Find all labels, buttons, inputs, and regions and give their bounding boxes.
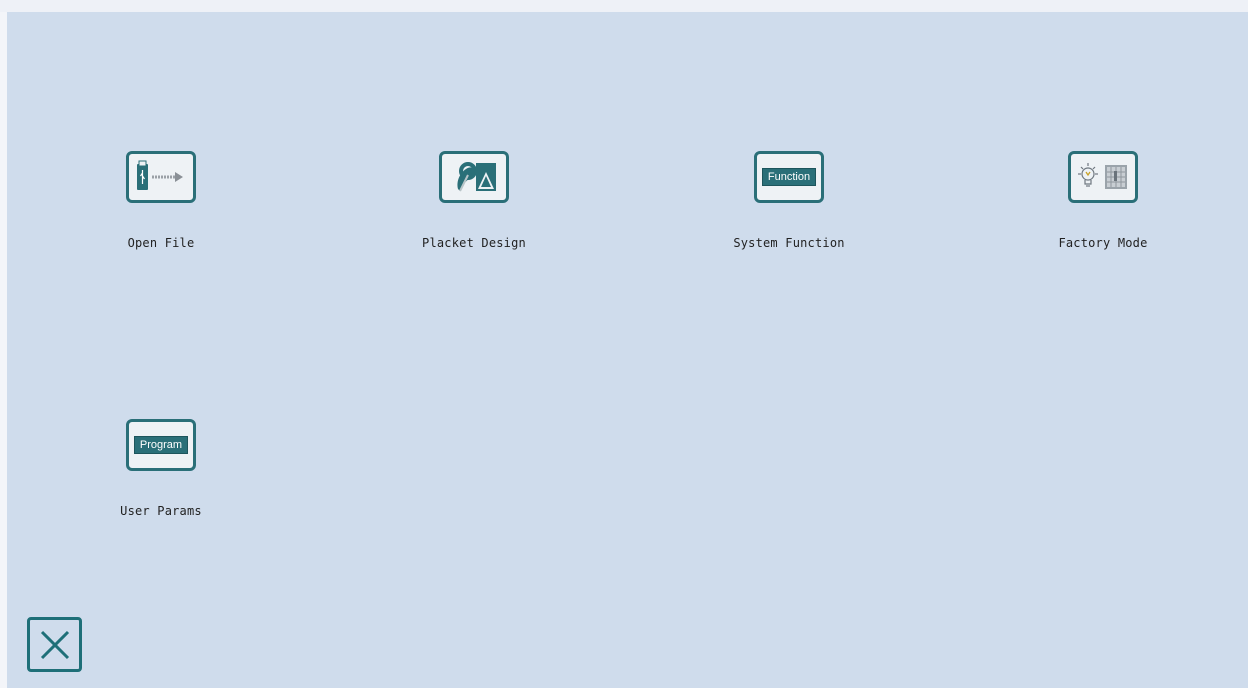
factory-mode-label: Factory Mode (1058, 236, 1148, 250)
function-badge: Function (761, 168, 817, 186)
usb-transfer-icon (126, 151, 196, 203)
close-button[interactable] (27, 617, 82, 672)
main-panel: Open File Placket Design Function System… (7, 12, 1248, 688)
user-params-button[interactable]: Program User Params (81, 419, 241, 518)
close-icon (40, 630, 69, 659)
system-function-button[interactable]: Function System Function (709, 151, 869, 250)
program-icon: Program (126, 419, 196, 471)
factory-mode-button[interactable]: Factory Mode (1023, 151, 1183, 250)
function-icon: Function (754, 151, 824, 203)
open-file-label: Open File (127, 236, 195, 250)
design-shapes-icon (439, 151, 509, 203)
placket-design-label: Placket Design (422, 236, 526, 250)
top-bar (0, 0, 1248, 12)
system-function-label: System Function (733, 236, 845, 250)
open-file-button[interactable]: Open File (81, 151, 241, 250)
program-badge: Program (133, 436, 189, 454)
factory-bulb-icon (1068, 151, 1138, 203)
user-params-label: User Params (120, 504, 202, 518)
placket-design-button[interactable]: Placket Design (394, 151, 554, 250)
